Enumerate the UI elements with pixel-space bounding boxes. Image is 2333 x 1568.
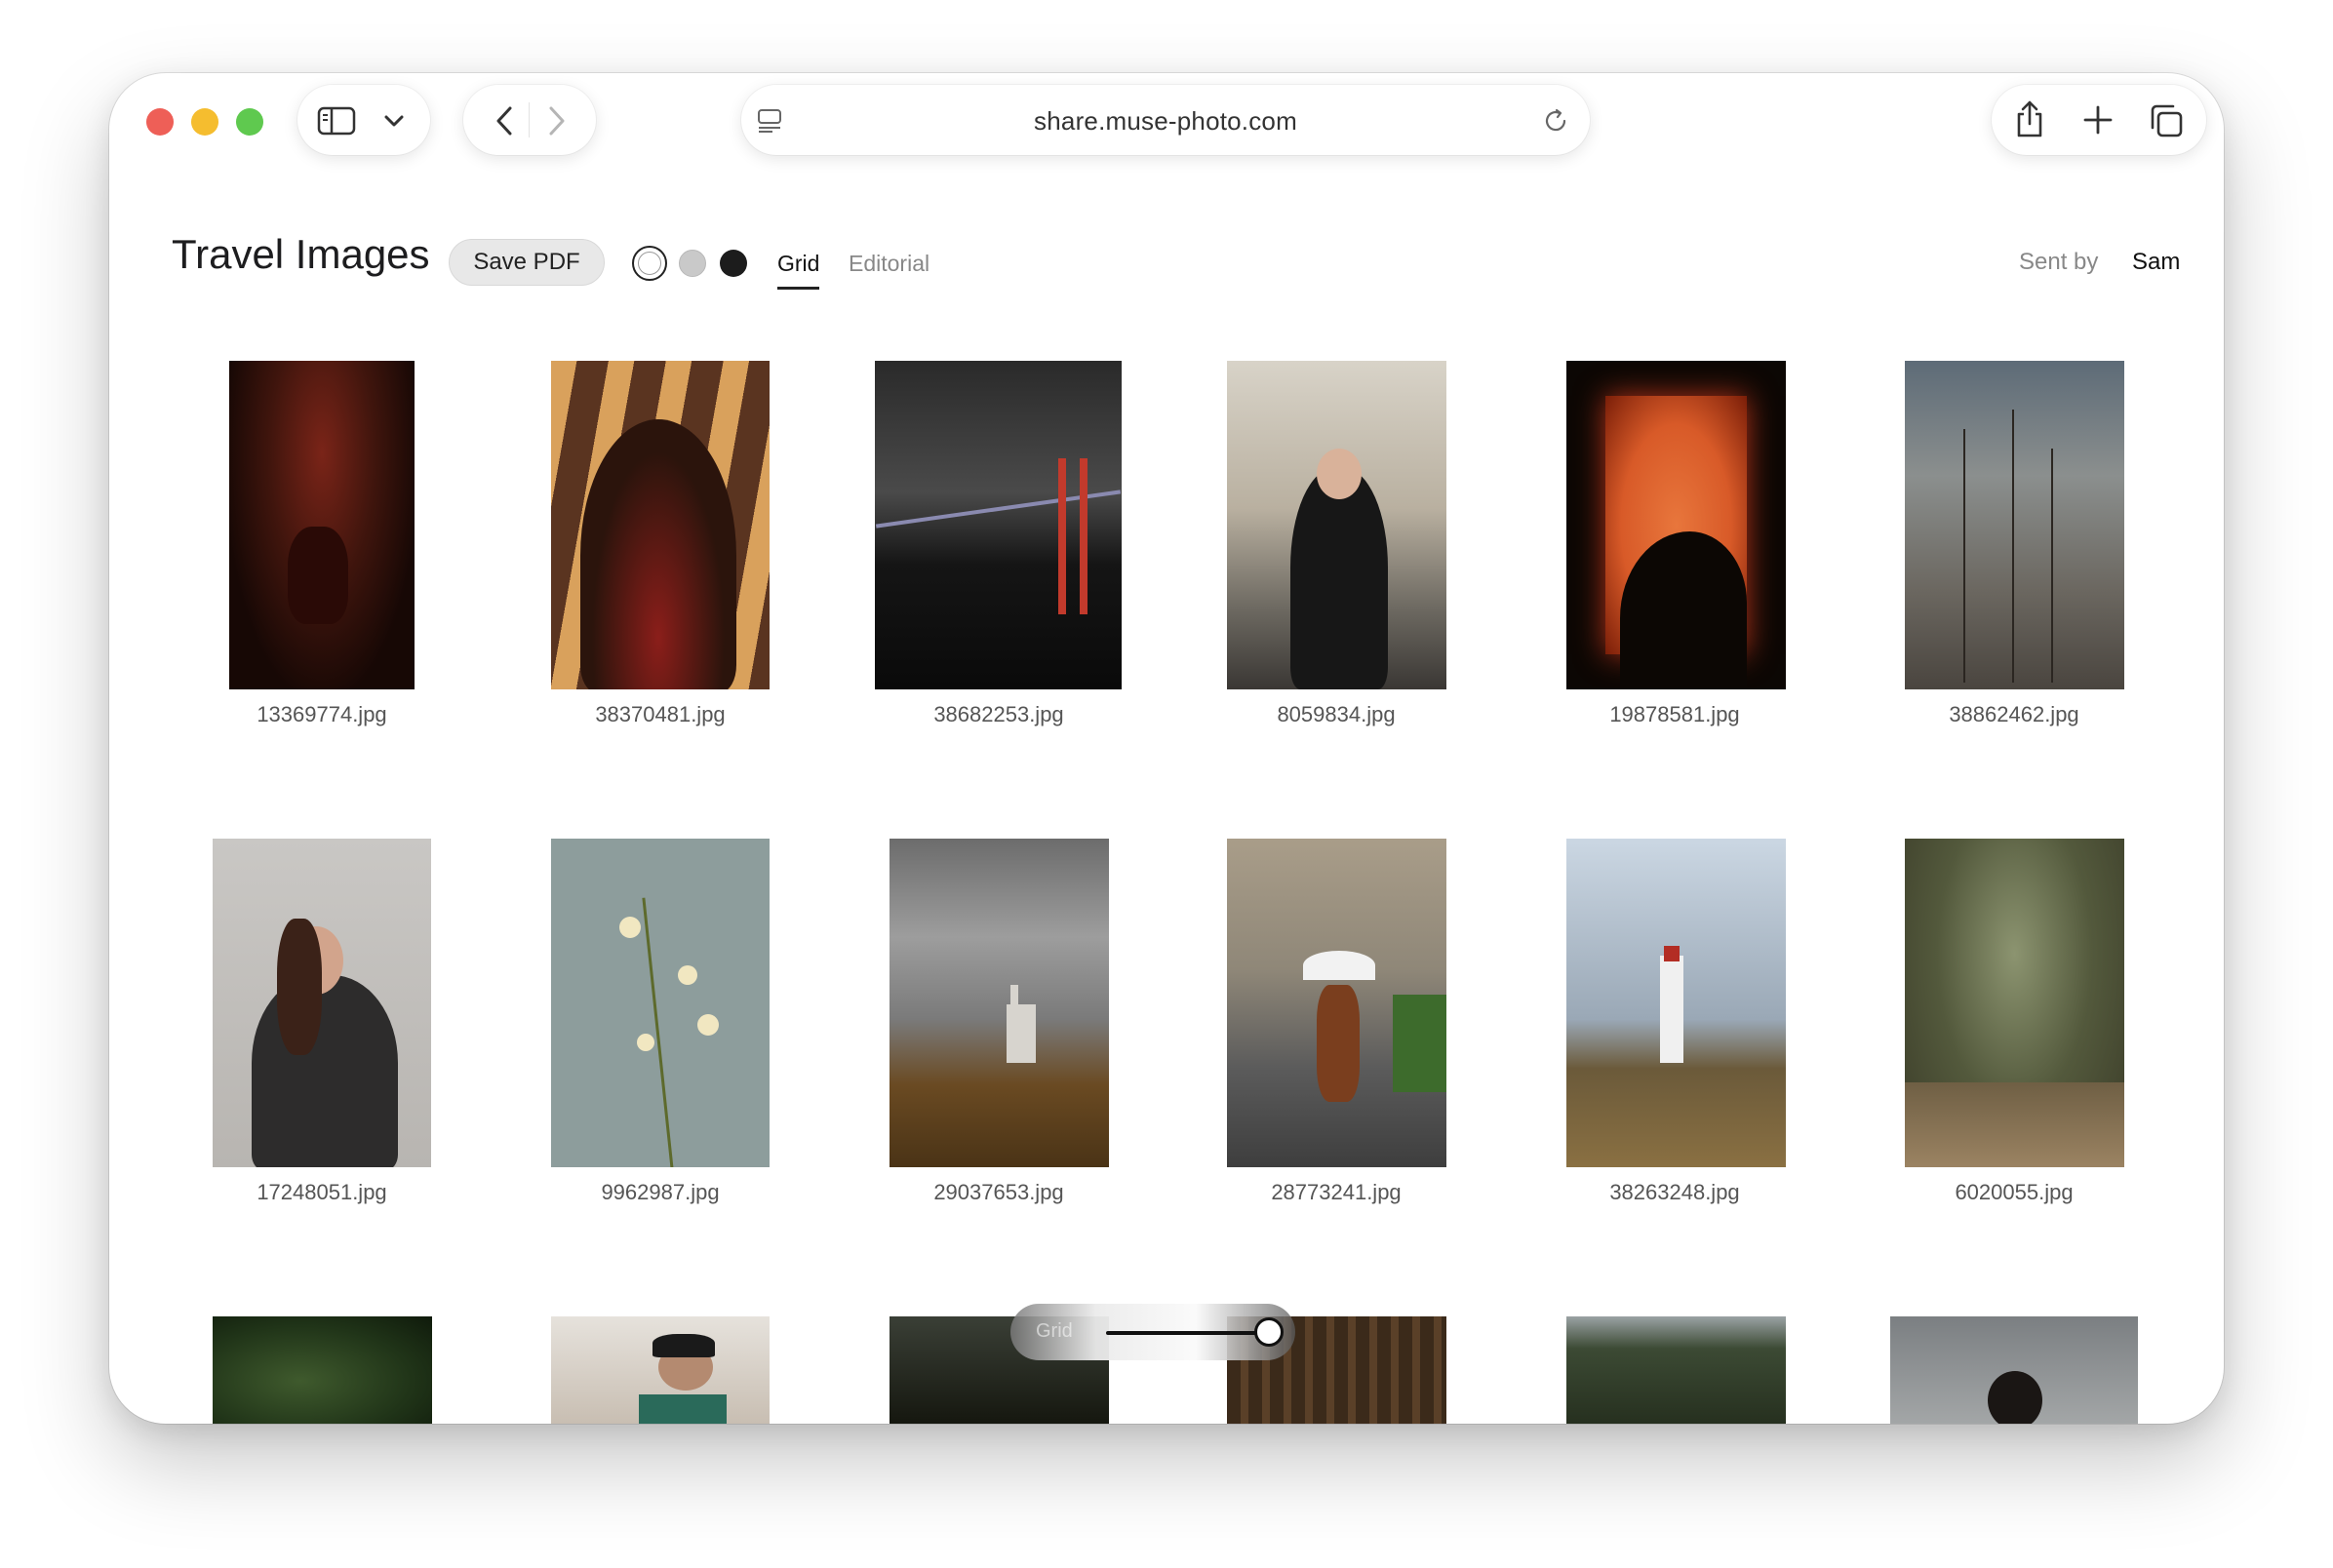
address-bar[interactable]: share.muse-photo.com (741, 85, 1590, 155)
image-thumbnail[interactable] (1890, 1316, 2138, 1424)
slider-label: Grid (1036, 1320, 1073, 1342)
image-thumbnail[interactable] (1905, 839, 2124, 1167)
zoom-window-button[interactable] (236, 108, 263, 136)
minimize-window-button[interactable] (191, 108, 218, 136)
background-grey-option[interactable] (679, 250, 706, 277)
plus-icon[interactable] (2082, 104, 2114, 136)
page-title: Travel Images (172, 231, 430, 277)
image-filename: 38370481.jpg (595, 702, 726, 726)
sidebar-icon[interactable] (317, 106, 356, 136)
image-filename: 19878581.jpg (1609, 702, 1740, 726)
image-filename: 28773241.jpg (1271, 1180, 1402, 1204)
slider-track[interactable] (1106, 1331, 1272, 1335)
image-thumbnail[interactable] (551, 1316, 770, 1424)
browser-window: share.muse-photo.com Travel Images Save … (109, 73, 2224, 1424)
tabs-overview-icon[interactable] (2148, 102, 2185, 139)
nav-divider (529, 102, 530, 137)
image-thumbnail[interactable] (213, 1316, 432, 1424)
image-filename: 13369774.jpg (257, 702, 387, 726)
image-filename: 8059834.jpg (1277, 702, 1396, 726)
image-filename: 6020055.jpg (1955, 1180, 2074, 1204)
image-thumbnail[interactable] (1566, 839, 1786, 1167)
image-thumbnail[interactable] (551, 839, 770, 1167)
image-filename: 38682253.jpg (933, 702, 1064, 726)
tab-editorial[interactable]: Editorial (849, 251, 929, 277)
sent-by-label: Sent by (2019, 249, 2099, 275)
image-filename: 9962987.jpg (601, 1180, 720, 1204)
image-thumbnail[interactable] (1905, 361, 2124, 689)
active-tab-indicator (777, 287, 819, 290)
save-pdf-button[interactable]: Save PDF (449, 239, 605, 286)
image-filename: 38263248.jpg (1609, 1180, 1740, 1204)
chevron-down-icon[interactable] (383, 114, 405, 128)
image-filename: 38862462.jpg (1949, 702, 2079, 726)
grid-size-slider[interactable]: Grid (1010, 1304, 1295, 1360)
image-thumbnail[interactable] (890, 839, 1109, 1167)
toolbar-actions (1992, 85, 2206, 155)
image-thumbnail[interactable] (875, 361, 1122, 689)
image-filename: 17248051.jpg (257, 1180, 387, 1204)
image-thumbnail[interactable] (1566, 361, 1786, 689)
sent-by-name: Sam (2132, 249, 2181, 275)
reload-icon[interactable] (1541, 106, 1570, 136)
url-text[interactable]: share.muse-photo.com (741, 106, 1590, 137)
background-black-option[interactable] (720, 250, 747, 277)
image-thumbnail[interactable] (1566, 1316, 1786, 1424)
tab-grid[interactable]: Grid (777, 251, 819, 277)
close-window-button[interactable] (146, 108, 174, 136)
image-thumbnail[interactable] (1227, 361, 1446, 689)
back-icon[interactable] (493, 104, 516, 137)
sidebar-toggle-group (297, 85, 430, 155)
slider-thumb[interactable] (1254, 1317, 1284, 1347)
background-white-option[interactable] (632, 246, 667, 281)
image-thumbnail[interactable] (213, 839, 431, 1167)
image-thumbnail[interactable] (229, 361, 415, 689)
image-thumbnail[interactable] (551, 361, 770, 689)
image-thumbnail[interactable] (1227, 839, 1446, 1167)
share-icon[interactable] (2013, 98, 2046, 139)
image-filename: 29037653.jpg (933, 1180, 1064, 1204)
navigation-group (463, 85, 596, 155)
forward-icon[interactable] (545, 104, 569, 137)
